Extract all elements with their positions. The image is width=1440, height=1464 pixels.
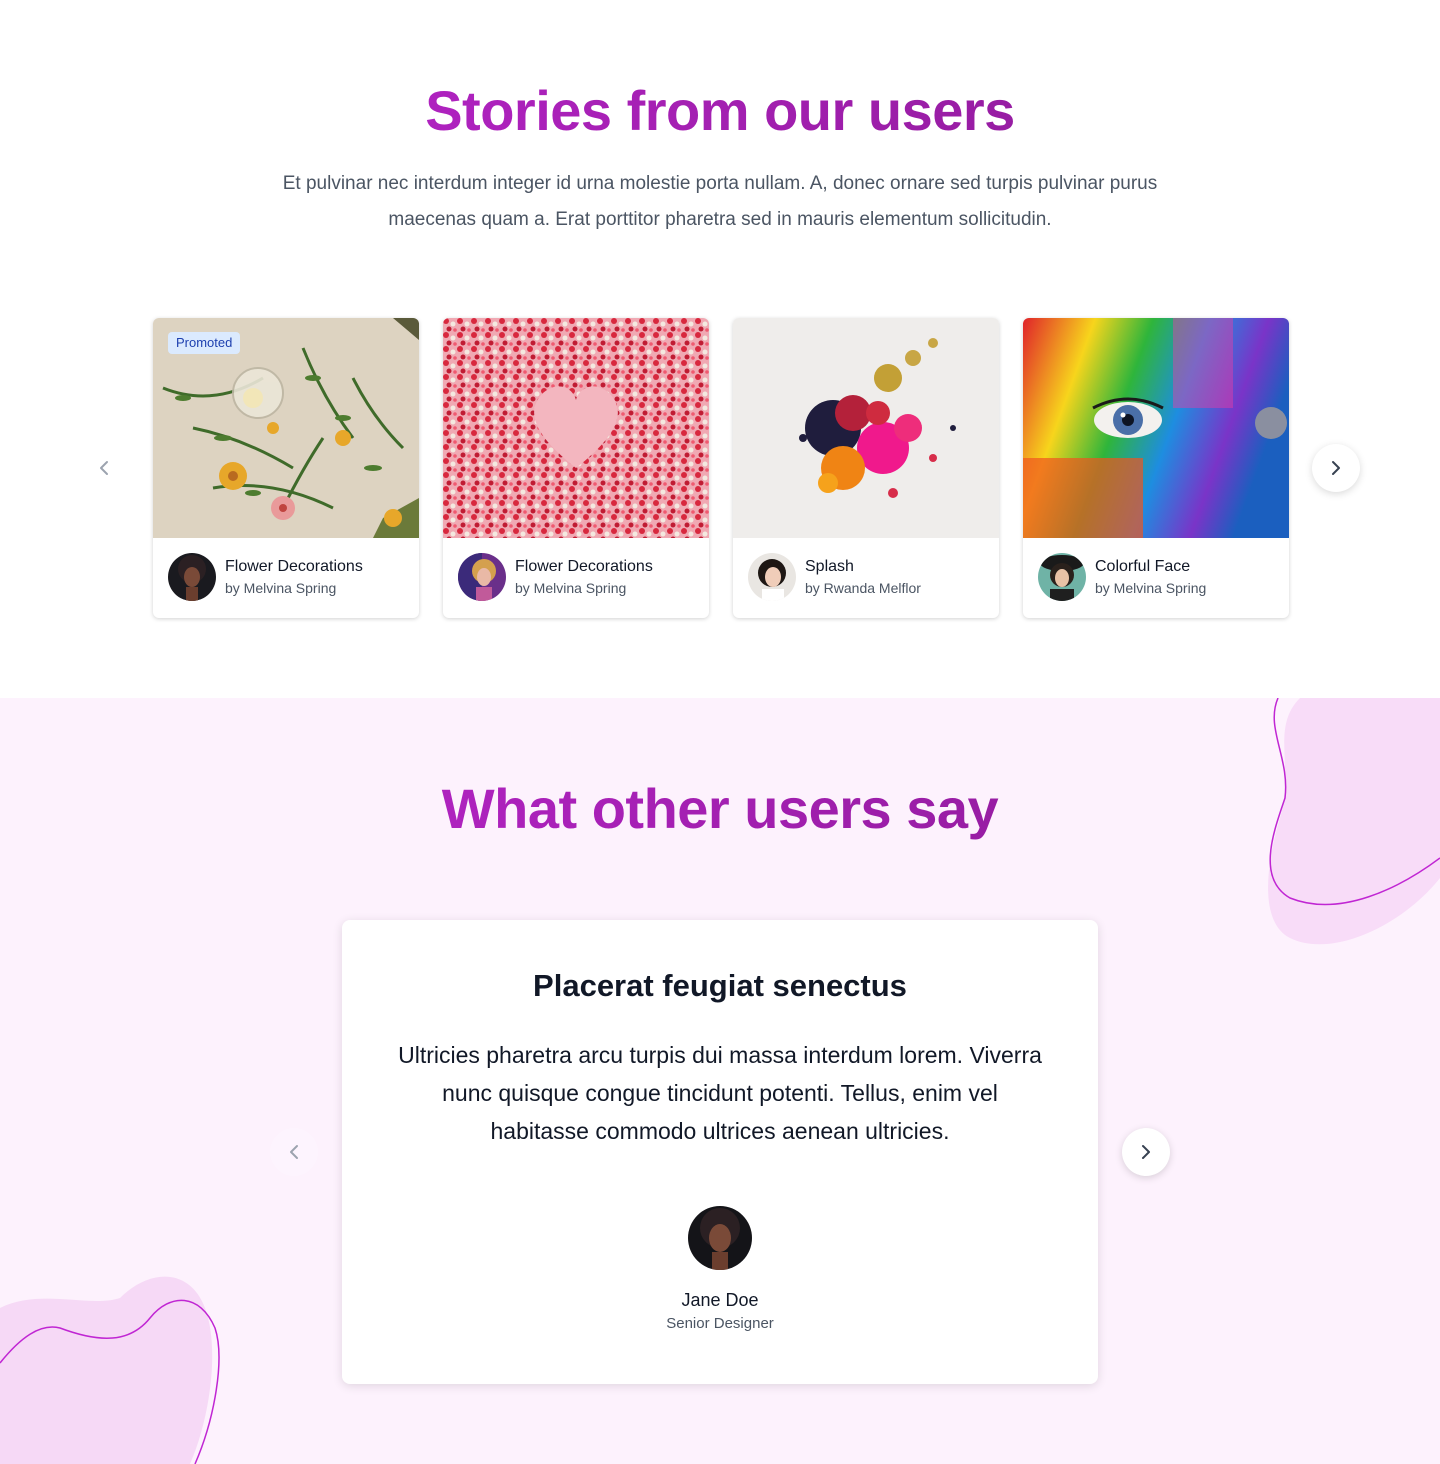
story-title: Splash: [805, 558, 854, 575]
story-author: by Melvina Spring: [225, 580, 337, 596]
stories-prev-button[interactable]: [92, 456, 116, 480]
promoted-badge: Promoted: [168, 332, 241, 354]
testimonials-next-button[interactable]: [1122, 1128, 1170, 1176]
story-author: by Melvina Spring: [515, 580, 627, 596]
heart-sprinkles-image: [443, 318, 709, 538]
testimonials-prev-button[interactable]: [270, 1128, 318, 1176]
story-author: by Rwanda Melflor: [805, 580, 921, 596]
chevron-left-icon: [100, 461, 108, 475]
stories-description: Et pulvinar nec interdum integer id urna…: [282, 173, 1158, 230]
colorful-face-image: [1023, 318, 1289, 538]
avatar: [748, 553, 796, 601]
decorative-blob-bottom-left: [0, 1276, 220, 1464]
story-title: Flower Decorations: [515, 558, 653, 575]
chevron-right-icon: [1332, 461, 1340, 475]
testimonial-author-name: Jane Doe: [681, 1290, 759, 1310]
story-card[interactable]: Colorful Face by Melvina Spring: [1023, 318, 1289, 618]
paint-splash-image: [733, 318, 999, 538]
stories-section: Stories from our users Et pulvinar nec i…: [0, 0, 1440, 698]
testimonial-author-role: Senior Designer: [666, 1315, 774, 1332]
story-card[interactable]: Splash by Rwanda Melflor: [733, 318, 999, 618]
chevron-right-icon: [1142, 1145, 1150, 1159]
story-title: Colorful Face: [1095, 558, 1191, 575]
stories-title: Stories from our users: [0, 78, 1440, 144]
story-card[interactable]: Flower Decorations by Melvina Spring: [443, 318, 709, 618]
story-card[interactable]: Promoted Flower Decorations by Melvina S…: [153, 318, 419, 618]
story-meta: Colorful Face by Melvina Spring: [1038, 553, 1206, 601]
stories-next-button[interactable]: [1312, 444, 1360, 492]
story-title: Flower Decorations: [225, 558, 363, 575]
story-meta: Flower Decorations by Melvina Spring: [458, 553, 653, 601]
avatar: [458, 553, 506, 601]
chevron-left-icon: [290, 1145, 298, 1159]
testimonials-section: What other users say Placerat feugiat se…: [0, 698, 1440, 1464]
testimonial-quote: Ultricies pharetra arcu turpis dui massa…: [398, 1042, 1042, 1144]
story-meta: Splash by Rwanda Melflor: [748, 553, 921, 601]
avatar: [168, 553, 216, 601]
testimonial-title: Placerat feugiat senectus: [533, 968, 907, 1003]
story-meta: Flower Decorations by Melvina Spring: [168, 553, 363, 601]
testimonial-card: Placerat feugiat senectus Ultricies phar…: [342, 920, 1098, 1384]
avatar: [1038, 553, 1086, 601]
story-author: by Melvina Spring: [1095, 580, 1207, 596]
testimonials-title: What other users say: [0, 776, 1440, 842]
avatar: [688, 1206, 752, 1270]
